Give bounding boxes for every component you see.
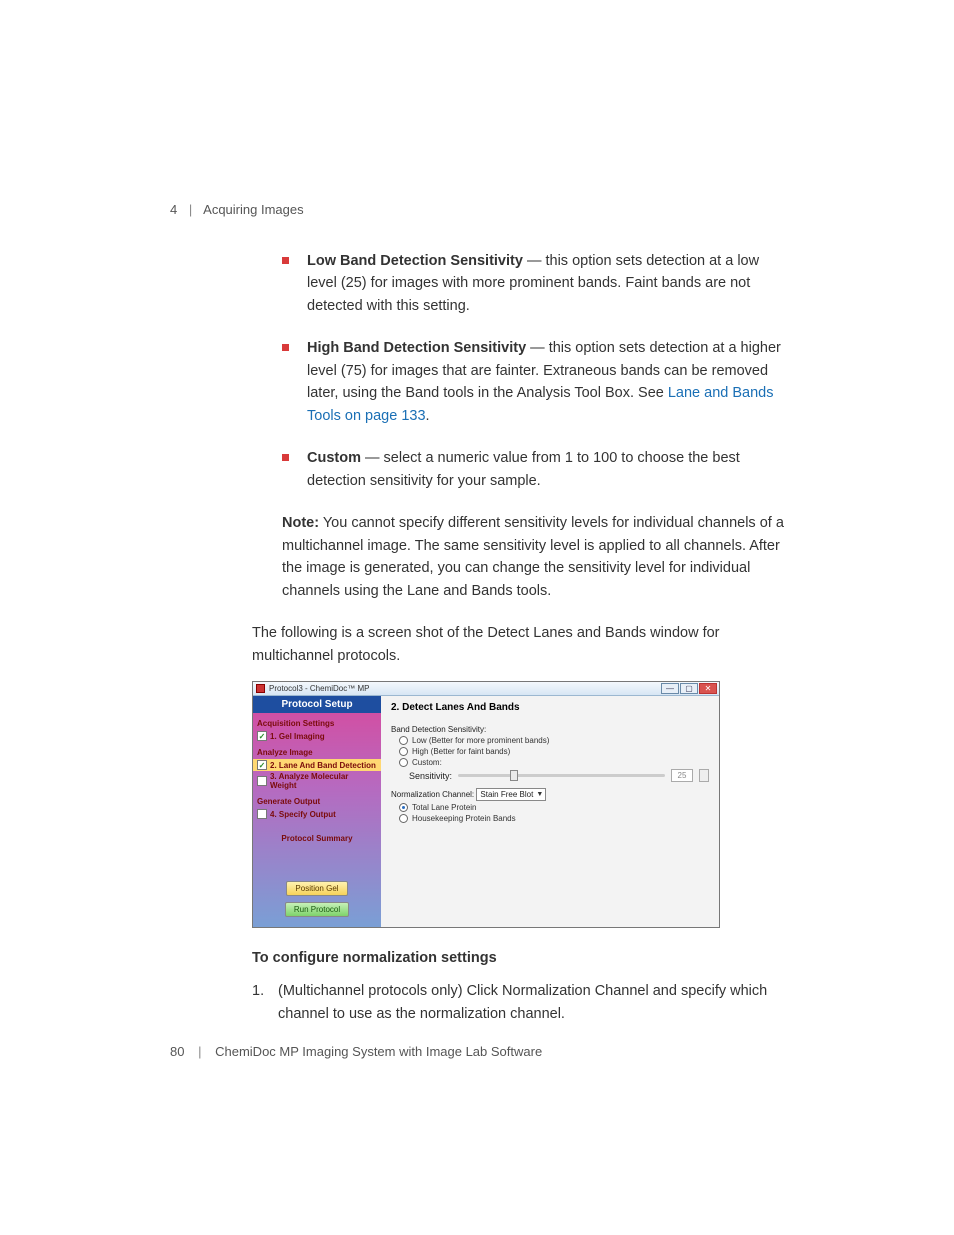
sidebar-item-molecular-weight[interactable]: 3. Analyze Molecular Weight <box>253 771 381 791</box>
page-number: 80 <box>170 1044 184 1059</box>
radio-icon <box>399 803 408 812</box>
section-subheading: To configure normalization settings <box>252 950 790 966</box>
product-name: ChemiDoc MP Imaging System with Image La… <box>215 1044 542 1059</box>
window-title: Protocol3 - ChemiDoc™ MP <box>269 684 369 693</box>
minimize-button[interactable]: — <box>661 683 679 694</box>
sensitivity-label: Band Detection Sensitivity: <box>391 725 709 734</box>
app-icon <box>256 684 265 693</box>
checkbox-icon: ✓ <box>257 731 267 741</box>
page-content: Low Band Detection Sensitivity — this op… <box>170 200 790 1025</box>
window-buttons: — ▢ ✕ <box>661 683 717 694</box>
radio-icon <box>399 736 408 745</box>
sidebar-title: Protocol Setup <box>253 696 381 713</box>
note-label: Note: <box>282 515 319 531</box>
panel-heading: 2. Detect Lanes And Bands <box>391 702 709 713</box>
radio-custom-option[interactable]: Custom: <box>399 758 709 767</box>
slider-thumb[interactable] <box>510 770 518 781</box>
checkbox-icon <box>257 809 267 819</box>
bullet-title: Custom <box>307 450 361 466</box>
note-block: Note: You cannot specify different sensi… <box>282 512 790 602</box>
bullet-text: — select a numeric value from 1 to 100 t… <box>307 450 740 488</box>
bullet-text-b: . <box>426 408 430 424</box>
sidebar-group-acquisition: Acquisition Settings <box>253 713 381 730</box>
radio-high-option[interactable]: High (Better for faint bands) <box>399 747 709 756</box>
protocol-sidebar: Protocol Setup Acquisition Settings ✓ 1.… <box>253 696 381 927</box>
note-text: You cannot specify different sensitivity… <box>282 515 784 598</box>
normalization-label: Normalization Channel: <box>391 790 474 799</box>
spinner-buttons[interactable] <box>699 769 709 782</box>
sidebar-item-specify-output[interactable]: 4. Specify Output <box>253 808 381 820</box>
bullet-icon <box>282 344 289 351</box>
intro-paragraph: The following is a screen shot of the De… <box>252 622 790 667</box>
separator: | <box>198 1044 201 1059</box>
option-label: Low (Better for more prominent bands) <box>412 736 549 745</box>
option-label: Total Lane Protein <box>412 803 477 812</box>
bullet-low-sensitivity: Low Band Detection Sensitivity — this op… <box>282 250 790 317</box>
bullet-icon <box>282 257 289 264</box>
sensitivity-slider[interactable] <box>458 774 665 777</box>
bullet-high-sensitivity: High Band Detection Sensitivity — this o… <box>282 337 790 427</box>
maximize-button[interactable]: ▢ <box>680 683 698 694</box>
normalization-channel-dropdown[interactable]: Stain Free Blot <box>476 788 546 801</box>
sidebar-item-label: 2. Lane And Band Detection <box>270 761 376 770</box>
main-panel: 2. Detect Lanes And Bands Band Detection… <box>381 696 719 927</box>
step-number: 1. <box>252 980 278 1025</box>
sensitivity-slider-row: Sensitivity: 25 <box>409 769 709 782</box>
bullet-title: Low Band Detection Sensitivity <box>307 253 523 269</box>
protocol-summary-link[interactable]: Protocol Summary <box>253 834 381 843</box>
option-label: High (Better for faint bands) <box>412 747 510 756</box>
step-text: (Multichannel protocols only) Click Norm… <box>278 980 790 1025</box>
close-button[interactable]: ✕ <box>699 683 717 694</box>
option-label: Custom: <box>412 758 442 767</box>
sidebar-item-label: 3. Analyze Molecular Weight <box>270 772 377 790</box>
page-footer: 80 | ChemiDoc MP Imaging System with Ima… <box>170 1044 542 1059</box>
bullet-custom: Custom — select a numeric value from 1 t… <box>282 447 790 492</box>
sidebar-item-label: 4. Specify Output <box>270 810 336 819</box>
checkbox-icon: ✓ <box>257 760 267 770</box>
radio-icon <box>399 747 408 756</box>
radio-icon <box>399 758 408 767</box>
checkbox-icon <box>257 776 267 786</box>
sensitivity-value[interactable]: 25 <box>671 769 693 782</box>
sidebar-group-output: Generate Output <box>253 791 381 808</box>
position-gel-button[interactable]: Position Gel <box>286 881 347 896</box>
slider-label: Sensitivity: <box>409 771 452 781</box>
window-titlebar: Protocol3 - ChemiDoc™ MP — ▢ ✕ <box>253 682 719 696</box>
option-label: Housekeeping Protein Bands <box>412 814 516 823</box>
bullet-icon <box>282 454 289 461</box>
sidebar-item-gel-imaging[interactable]: ✓ 1. Gel Imaging <box>253 730 381 742</box>
radio-housekeeping-bands[interactable]: Housekeeping Protein Bands <box>399 814 709 823</box>
sidebar-item-lane-band-detection[interactable]: ✓ 2. Lane And Band Detection <box>253 759 381 771</box>
step-1: 1. (Multichannel protocols only) Click N… <box>252 980 790 1025</box>
screenshot-detect-lanes-bands: Protocol3 - ChemiDoc™ MP — ▢ ✕ Protocol … <box>252 681 720 928</box>
radio-total-lane-protein[interactable]: Total Lane Protein <box>399 803 709 812</box>
bullet-title: High Band Detection Sensitivity <box>307 340 526 356</box>
sidebar-item-label: 1. Gel Imaging <box>270 732 325 741</box>
run-protocol-button[interactable]: Run Protocol <box>285 902 349 917</box>
radio-low-option[interactable]: Low (Better for more prominent bands) <box>399 736 709 745</box>
sidebar-group-analyze: Analyze Image <box>253 742 381 759</box>
normalization-row: Normalization Channel: Stain Free Blot <box>391 788 709 801</box>
radio-icon <box>399 814 408 823</box>
